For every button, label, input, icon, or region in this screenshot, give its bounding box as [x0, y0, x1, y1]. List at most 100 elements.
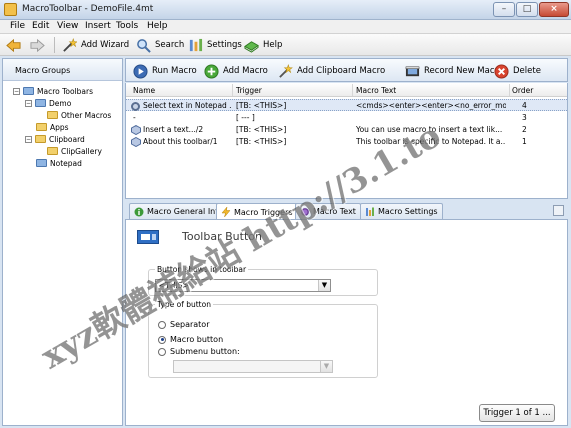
- macro-triggers-panel: Toolbar Button Button shows in toolbar <…: [125, 219, 568, 426]
- folder-icon: [35, 99, 46, 107]
- gear-icon: [301, 207, 309, 216]
- tab-macro-general-info[interactable]: Macro General Info: [129, 203, 228, 219]
- delete-icon: [494, 63, 509, 79]
- arrow-right-icon: [30, 38, 45, 52]
- tree-item-clipgallery[interactable]: ClipGallery: [47, 145, 102, 157]
- chevron-down-icon: ▼: [320, 361, 332, 372]
- tree-item-macro-toolbars[interactable]: − Macro Toolbars: [13, 85, 93, 97]
- tab-macro-triggers[interactable]: Macro Triggers: [216, 203, 298, 220]
- help-button[interactable]: Help: [244, 36, 282, 54]
- table-row[interactable]: Insert a text.../2 [TB: <THIS>] You can …: [126, 124, 567, 136]
- option-macro-button[interactable]: Macro button: [158, 335, 223, 344]
- menu-view[interactable]: View: [57, 21, 78, 31]
- add-wizard-label: Add Wizard: [81, 40, 130, 50]
- tree-item-demo[interactable]: − Demo: [25, 97, 71, 109]
- tab-macro-settings[interactable]: Macro Settings: [360, 203, 443, 219]
- toolbar-select[interactable]: <THIS> ▼: [155, 279, 331, 292]
- macro-order: 2: [522, 125, 527, 134]
- window-title: MacroToolbar - DemoFile.4mt: [22, 4, 154, 14]
- tree-item-other-macros[interactable]: Other Macros: [47, 109, 111, 121]
- chevron-down-icon[interactable]: ▼: [318, 280, 330, 291]
- tree-item-notepad[interactable]: Notepad: [36, 157, 82, 169]
- record-new-macro-button[interactable]: Record New Macro: [405, 62, 503, 80]
- macro-text: You can use macro to insert a text lik..…: [356, 125, 503, 134]
- search-icon: [137, 38, 151, 53]
- detail-tabs: Macro General Info Macro Triggers Macro …: [125, 203, 568, 220]
- delete-button[interactable]: Delete: [494, 62, 541, 80]
- back-button[interactable]: [6, 36, 21, 54]
- menu-help[interactable]: Help: [147, 21, 168, 31]
- trigger-button[interactable]: Trigger 1 of 1 ...: [479, 404, 555, 422]
- folder-icon: [36, 159, 47, 167]
- add-clipboard-macro-button[interactable]: Add Clipboard Macro: [278, 62, 385, 80]
- button-type-group-label: Type of button: [155, 300, 213, 309]
- arrow-left-icon: [6, 38, 21, 52]
- macro-text: This toolbar is specific to Notepad. It …: [356, 137, 506, 146]
- toolbar-group: Button shows in toolbar <THIS> ▼: [148, 265, 378, 296]
- tab-macro-text[interactable]: Macro Text: [295, 203, 361, 219]
- macro-groups-title: Macro Groups: [15, 66, 71, 75]
- macro-order: 3: [522, 113, 527, 122]
- tree-expander[interactable]: −: [25, 99, 32, 107]
- column-header-name[interactable]: Name: [133, 86, 155, 95]
- option-label: Macro button: [170, 335, 224, 344]
- macro-list-header: Name Trigger Macro Text Order: [126, 83, 567, 97]
- close-button[interactable]: ×: [539, 2, 569, 17]
- column-header-order[interactable]: Order: [512, 86, 533, 95]
- add-macro-button[interactable]: Add Macro: [204, 62, 268, 80]
- radio-separator[interactable]: [158, 320, 166, 329]
- column-divider[interactable]: [352, 84, 353, 96]
- column-header-macro-text[interactable]: Macro Text: [356, 86, 396, 95]
- option-submenu-button[interactable]: Submenu button:: [158, 347, 240, 356]
- minimize-button[interactable]: –: [493, 2, 515, 17]
- macro-icon: [131, 125, 141, 135]
- panel-heading: Toolbar Button: [182, 230, 262, 243]
- tree-item-apps[interactable]: Apps: [36, 121, 69, 133]
- maximize-button[interactable]: □: [516, 2, 538, 17]
- run-macro-button[interactable]: Run Macro: [133, 62, 197, 80]
- toolbar-button-icon: [137, 230, 159, 244]
- tree-expander[interactable]: −: [25, 135, 32, 143]
- menu-insert[interactable]: Insert: [85, 21, 111, 31]
- tree-item-label: Notepad: [50, 158, 82, 168]
- forward-button[interactable]: [30, 36, 45, 54]
- tab-label: Macro Settings: [378, 207, 438, 216]
- menu-tools[interactable]: Tools: [116, 21, 138, 31]
- app-icon: [4, 3, 17, 16]
- magic-wand-icon: [63, 37, 77, 52]
- settings-button[interactable]: Settings: [188, 36, 242, 54]
- macro-groups-panel: Macro Groups − Macro Toolbars − Demo Oth…: [2, 58, 123, 426]
- search-button[interactable]: Search: [136, 36, 184, 54]
- column-header-trigger[interactable]: Trigger: [236, 86, 262, 95]
- toolbar-select-value: <THIS>: [159, 281, 189, 290]
- table-row[interactable]: About this toolbar/1 [TB: <THIS>] This t…: [126, 136, 567, 148]
- tree-item-clipboard[interactable]: − Clipboard: [25, 133, 85, 145]
- column-divider[interactable]: [509, 84, 510, 96]
- menu-edit[interactable]: Edit: [32, 21, 49, 31]
- menu-file[interactable]: File: [10, 21, 25, 31]
- radio-submenu-button[interactable]: [158, 347, 166, 356]
- tree-item-label: Clipboard: [49, 134, 85, 144]
- folder-icon: [47, 147, 58, 155]
- tree-item-label: ClipGallery: [61, 146, 102, 156]
- button-type-group: Type of button Separator Macro button Su…: [148, 300, 378, 378]
- option-separator[interactable]: Separator: [158, 320, 210, 329]
- help-book-icon: [244, 40, 259, 53]
- tree-expander[interactable]: −: [13, 87, 20, 95]
- clipboard-wand-icon: [279, 63, 293, 78]
- pin-panel-button[interactable]: [553, 205, 564, 216]
- add-wizard-button[interactable]: Add Wizard: [62, 36, 129, 54]
- radio-macro-button[interactable]: [158, 335, 166, 344]
- macro-trigger: [TB: <THIS>]: [236, 137, 287, 146]
- folder-icon: [23, 87, 34, 95]
- macro-trigger: [TB: <THIS>]: [236, 101, 287, 110]
- main-toolbar: Add Wizard Search Settings Help: [0, 34, 571, 56]
- macro-groups-header: Macro Groups: [3, 59, 122, 81]
- submenu-select[interactable]: ▼: [173, 360, 333, 373]
- table-row[interactable]: Select text in Notepad ... [TB: <THIS>] …: [126, 99, 567, 111]
- column-divider[interactable]: [232, 84, 233, 96]
- tree-item-label: Demo: [49, 98, 72, 108]
- macro-icon: [131, 137, 141, 147]
- lightning-icon: [221, 207, 231, 217]
- table-row[interactable]: - [ --- ] 3: [126, 112, 567, 124]
